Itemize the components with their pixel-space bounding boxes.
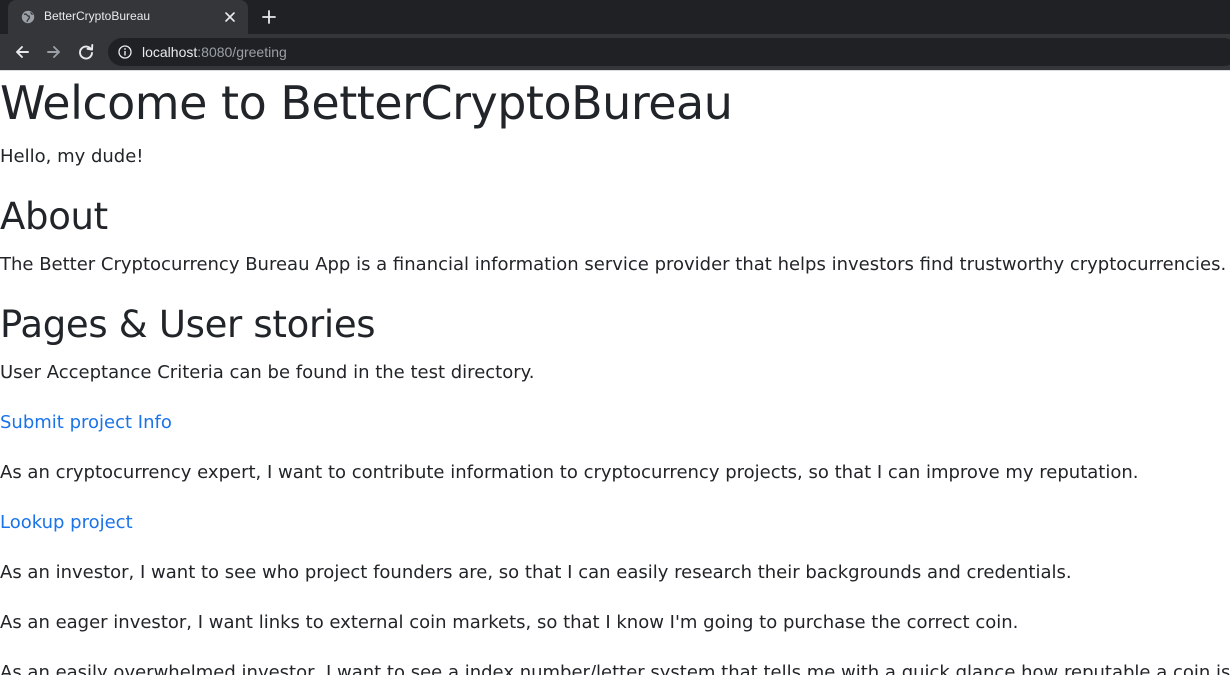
address-bar[interactable]: localhost:8080/greeting — [108, 38, 1230, 66]
submit-link-paragraph: Submit project Info — [0, 411, 172, 435]
url-path: :8080/greeting — [197, 44, 287, 60]
page-title: Welcome to BetterCryptoBureau — [0, 76, 733, 130]
submit-user-story: As an cryptocurrency expert, I want to c… — [0, 462, 1139, 483]
browser-tabstrip: BetterCryptoBureau — [0, 0, 1230, 34]
plus-icon[interactable] — [260, 8, 278, 26]
page-content: Welcome to BetterCryptoBureau Hello, my … — [0, 71, 1230, 675]
globe-icon — [21, 10, 35, 24]
browser-toolbar: localhost:8080/greeting — [0, 34, 1230, 70]
pages-heading: Pages & User stories — [0, 303, 376, 346]
about-heading: About — [0, 195, 108, 238]
back-arrow-icon[interactable] — [12, 42, 32, 62]
submit-project-link[interactable]: Submit project Info — [0, 412, 172, 433]
lookup-user-story-2: As an eager investor, I want links to ex… — [0, 612, 1019, 633]
close-icon[interactable] — [222, 9, 238, 25]
reload-icon[interactable] — [76, 42, 96, 62]
tab-title: BetterCryptoBureau — [44, 9, 151, 23]
info-icon[interactable] — [118, 45, 132, 59]
greeting-text: Hello, my dude! — [0, 146, 144, 167]
lookup-user-story-1: As an investor, I want to see who projec… — [0, 562, 1072, 583]
url-host: localhost — [142, 44, 198, 60]
about-text: The Better Cryptocurrency Bureau App is … — [0, 254, 1227, 275]
criteria-text: User Acceptance Criteria can be found in… — [0, 362, 535, 383]
forward-arrow-icon[interactable] — [44, 42, 64, 62]
url-text: localhost:8080/greeting — [142, 44, 287, 60]
lookup-project-link[interactable]: Lookup project — [0, 512, 133, 533]
lookup-user-story-3: As an easily overwhelmed investor, I wan… — [0, 662, 1230, 675]
browser-tab[interactable]: BetterCryptoBureau — [8, 0, 248, 34]
lookup-link-paragraph: Lookup project — [0, 511, 133, 535]
